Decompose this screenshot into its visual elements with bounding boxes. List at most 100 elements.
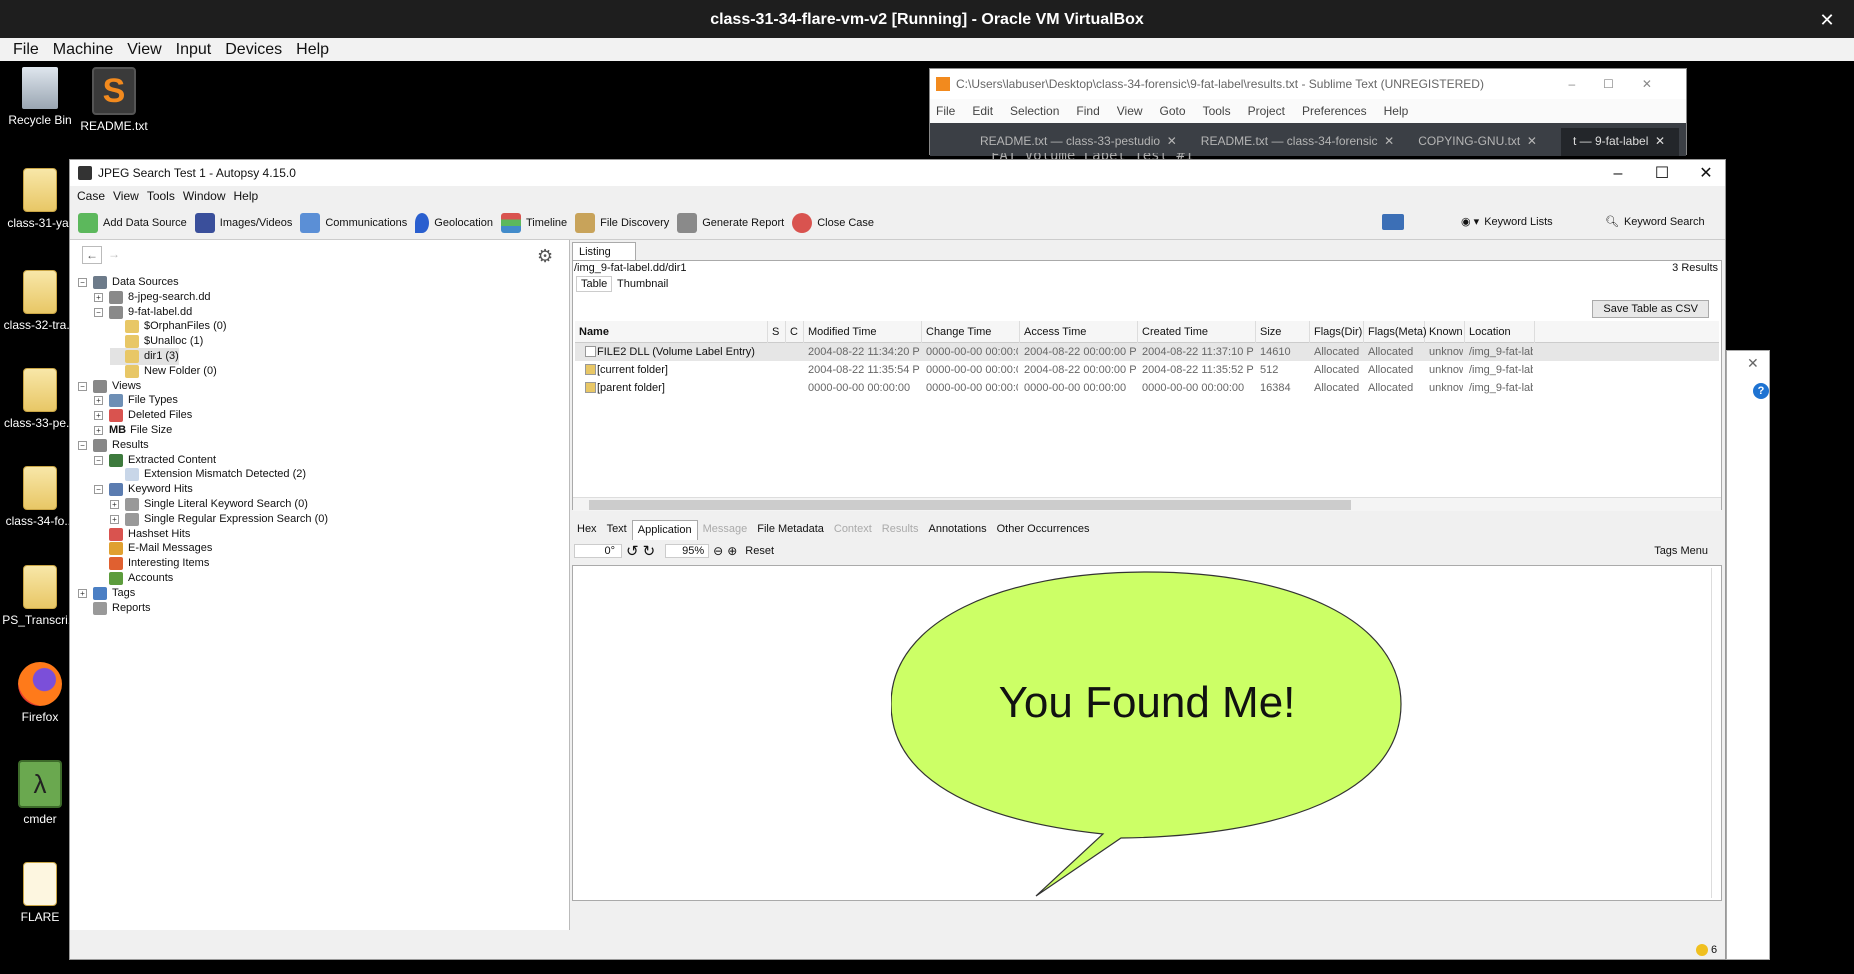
gear-icon[interactable]: ⚙ [537, 246, 557, 266]
column-header[interactable]: Flags(Dir) [1310, 321, 1364, 343]
column-header[interactable]: Access Time [1020, 321, 1138, 343]
expand-toggle-icon[interactable]: − [78, 440, 87, 450]
sublime-menu-edit[interactable]: Edit [972, 104, 993, 118]
viewer-tab-results[interactable]: Results [877, 520, 924, 540]
keyword-lists-button[interactable]: ◉ ▾ Keyword Lists [1461, 215, 1553, 229]
column-header[interactable]: Created Time [1138, 321, 1256, 343]
sublime-tab-active[interactable]: t — 9-fat-label ✕ [1561, 128, 1680, 156]
viewer-tab-context[interactable]: Context [829, 520, 877, 540]
column-header[interactable]: Location [1465, 321, 1535, 343]
tree-node[interactable]: Reports [78, 600, 151, 617]
table-row[interactable]: FILE2 DLL (Volume Label Entry) 2004-08-22… [575, 343, 1719, 361]
menu-view[interactable]: View [113, 189, 139, 203]
sublime-menu-find[interactable]: Find [1076, 104, 1099, 118]
sublime-menu-selection[interactable]: Selection [1010, 104, 1059, 118]
timeline-button[interactable]: Timeline [501, 212, 567, 233]
tab-listing[interactable]: Listing [572, 242, 636, 260]
zoom-in-icon[interactable]: ⊕ [727, 544, 737, 558]
expand-toggle-icon[interactable]: + [94, 396, 103, 406]
vbox-menu-machine[interactable]: Machine [53, 41, 113, 59]
menu-tools[interactable]: Tools [147, 189, 175, 203]
geolocation-button[interactable]: Geolocation [415, 212, 493, 233]
expand-toggle-icon[interactable]: − [94, 455, 103, 465]
rotate-left-icon[interactable]: ↺ [626, 542, 639, 560]
column-header[interactable]: Flags(Meta) [1364, 321, 1427, 343]
rotation-field[interactable]: 0° [574, 544, 622, 558]
sublime-menu-tools[interactable]: Tools [1203, 104, 1231, 118]
menu-help[interactable]: Help [234, 189, 259, 203]
column-header[interactable]: C [786, 321, 804, 343]
vbox-menu-file[interactable]: File [13, 41, 39, 59]
expand-toggle-icon[interactable]: + [78, 588, 87, 598]
sublime-menu-file[interactable]: File [936, 104, 955, 118]
viewer-tab-file-metadata[interactable]: File Metadata [752, 520, 829, 540]
sublime-menu-preferences[interactable]: Preferences [1302, 104, 1367, 118]
expand-toggle-icon[interactable]: + [94, 292, 103, 302]
menu-window[interactable]: Window [183, 189, 226, 203]
vbox-menu-input[interactable]: Input [176, 41, 212, 59]
vbox-menu-view[interactable]: View [127, 41, 161, 59]
viewer-tab-message[interactable]: Message [698, 520, 753, 540]
sublime-menu-project[interactable]: Project [1248, 104, 1285, 118]
close-button[interactable]: ✕ [1684, 162, 1725, 186]
column-header[interactable]: Size [1256, 321, 1310, 343]
table-row[interactable]: [parent folder] 0000-00-00 00:00:00 0000-0… [575, 379, 1719, 397]
status-notifications[interactable]: 6 [1696, 944, 1717, 956]
expand-toggle-icon[interactable]: − [94, 307, 103, 317]
communications-button[interactable]: Communications [300, 212, 407, 233]
horizontal-scrollbar[interactable] [573, 497, 1721, 511]
vbox-menu-devices[interactable]: Devices [225, 41, 282, 59]
rotate-right-icon[interactable]: ↻ [643, 542, 656, 560]
column-header[interactable]: Name [575, 321, 768, 343]
viewer-tab-text[interactable]: Text [602, 520, 632, 540]
menu-case[interactable]: Case [77, 189, 105, 203]
maximize-button[interactable]: ☐ [1640, 162, 1684, 186]
generate-report-button[interactable]: Generate Report [677, 212, 784, 233]
sublime-tab[interactable]: COPYING-GNU.txt ✕ [1418, 134, 1537, 156]
minimize-button[interactable]: – [1596, 162, 1640, 186]
expand-toggle-icon[interactable]: + [110, 514, 119, 524]
close-icon[interactable]: ✕ [1747, 355, 1759, 372]
column-header[interactable]: Modified Time [804, 321, 922, 343]
add-data-source-button[interactable]: Add Data Source [78, 212, 187, 233]
back-arrow-icon[interactable]: ← [82, 246, 102, 264]
subtab-table[interactable]: Table [576, 276, 613, 292]
help-icon[interactable]: ? [1753, 383, 1769, 399]
vbox-close-button[interactable]: ✕ [1814, 0, 1840, 38]
sublime-menu-view[interactable]: View [1117, 104, 1143, 118]
viewer-tab-application[interactable]: Application [631, 520, 698, 540]
reset-button[interactable]: Reset [745, 545, 774, 557]
viewer-tab-hex[interactable]: Hex [572, 520, 602, 540]
zoom-out-icon[interactable]: ⊖ [713, 544, 723, 558]
zoom-field[interactable]: 95% [665, 544, 710, 558]
vbox-menu-help[interactable]: Help [296, 41, 329, 59]
images-videos-button[interactable]: Images/Videos [194, 212, 292, 233]
column-header[interactable]: Known [1425, 321, 1465, 343]
tags-menu-button[interactable]: Tags Menu [1654, 545, 1722, 557]
sublime-menu-help[interactable]: Help [1384, 104, 1409, 118]
expand-toggle-icon[interactable]: + [94, 411, 103, 421]
expand-toggle-icon[interactable]: − [78, 381, 87, 391]
expand-toggle-icon[interactable]: − [78, 278, 87, 287]
table-row[interactable]: [current folder] 2004-08-22 11:35:54 PDT 0… [575, 361, 1719, 379]
expand-toggle-icon[interactable]: + [110, 500, 119, 509]
sublime-window[interactable]: C:\Users\labuser\Desktop\class-34-forens… [929, 68, 1687, 156]
keyword-search-button[interactable]: 🔍︎ Keyword Search [1605, 215, 1705, 229]
file-discovery-button[interactable]: File Discovery [575, 212, 669, 233]
column-header[interactable]: S [768, 321, 786, 343]
viewer-tab-other-occurrences[interactable]: Other Occurrences [992, 520, 1095, 540]
viewer-tab-annotations[interactable]: Annotations [923, 520, 991, 540]
expand-toggle-icon[interactable]: − [94, 485, 103, 495]
desktop-icon-readme[interactable]: S README.txt [59, 67, 169, 133]
sublime-window-controls[interactable]: –☐✕ [1569, 77, 1687, 91]
expand-toggle-icon[interactable]: + [94, 426, 103, 435]
close-case-button[interactable]: Close Case [792, 212, 874, 233]
sublime-menu-goto[interactable]: Goto [1160, 104, 1186, 118]
column-header[interactable]: Change Time [922, 321, 1020, 343]
save-table-csv-button[interactable]: Save Table as CSV [1592, 300, 1709, 318]
subtab-thumbnail[interactable]: Thumbnail [613, 277, 672, 291]
scrollbar-thumb[interactable] [589, 500, 1351, 510]
vertical-scrollbar[interactable] [1711, 568, 1719, 898]
notification-mail-icon[interactable] [1382, 214, 1404, 230]
forward-arrow-icon[interactable]: → [104, 246, 124, 264]
